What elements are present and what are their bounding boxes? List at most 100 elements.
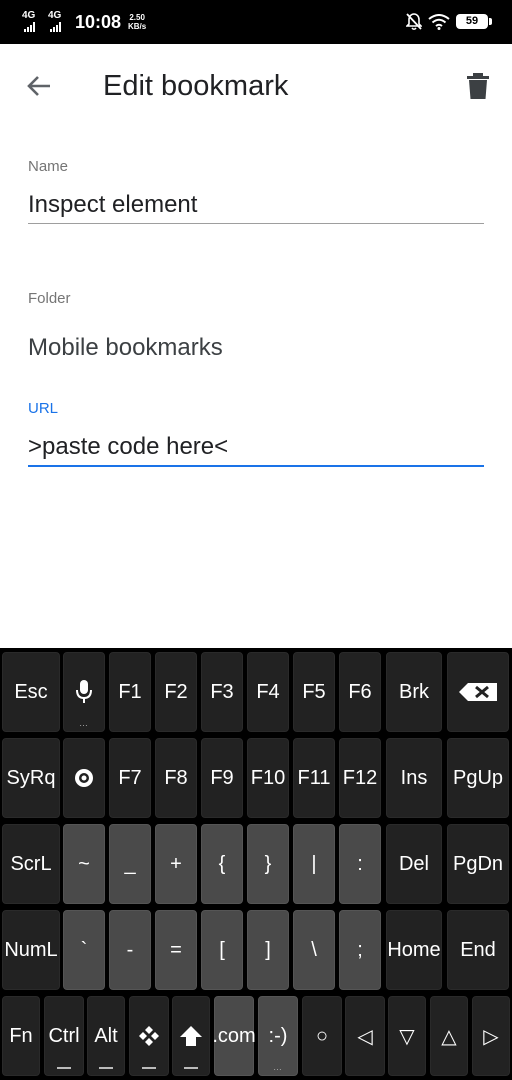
key-f5[interactable]: F5 — [293, 652, 335, 732]
key-f3-label: F3 — [210, 680, 234, 703]
key-f3[interactable]: F3 — [201, 652, 243, 732]
key-down-arrow[interactable]: ▽ — [388, 996, 426, 1076]
key-f6[interactable]: F6 — [339, 652, 381, 732]
key-ctrl-label: Ctrl — [48, 1024, 80, 1047]
folder-selector[interactable]: Mobile bookmarks — [28, 333, 223, 363]
key-equals[interactable]: = — [155, 910, 197, 990]
key-colon-label: : — [357, 852, 363, 875]
back-arrow-icon[interactable] — [24, 70, 56, 102]
key-alt-label: Alt — [94, 1024, 118, 1047]
key-f8[interactable]: F8 — [155, 738, 197, 818]
key-semicolon[interactable]: ; — [339, 910, 381, 990]
folder-label: Folder — [28, 290, 71, 307]
key-f1-label: F1 — [118, 680, 142, 703]
key-del-label: Del — [398, 852, 429, 875]
key-plus[interactable]: + — [155, 824, 197, 904]
key-close-brace[interactable]: } — [247, 824, 289, 904]
key-smiley-label: :-) — [268, 1024, 288, 1047]
key-f6-label: F6 — [348, 680, 372, 703]
key-home-label: Home — [387, 938, 441, 961]
key-tilde[interactable]: ~ — [63, 824, 105, 904]
backspace-icon — [459, 683, 497, 701]
key-home[interactable]: Home — [386, 910, 442, 990]
key-backtick-label: ` — [80, 938, 88, 961]
key-f12[interactable]: F12 — [339, 738, 381, 818]
key-f4[interactable]: F4 — [247, 652, 289, 732]
key-backslash-label: \ — [311, 938, 317, 961]
key-equals-label: = — [170, 938, 182, 961]
name-field-underline — [28, 223, 484, 224]
key-syrq-label: SyRq — [6, 766, 56, 789]
key-windows[interactable] — [129, 996, 169, 1076]
key-f9-label: F9 — [210, 766, 234, 789]
key-f5-label: F5 — [302, 680, 326, 703]
key-close-bracket[interactable]: ] — [247, 910, 289, 990]
url-field-underline — [28, 465, 484, 467]
key-right-arrow[interactable]: ▷ — [472, 996, 510, 1076]
key-backtick[interactable]: ` — [63, 910, 105, 990]
key-pipe-label: | — [311, 852, 317, 875]
key-tilde-label: ~ — [78, 852, 90, 875]
key-open-brace[interactable]: { — [201, 824, 243, 904]
key-backslash[interactable]: \ — [293, 910, 335, 990]
key-end[interactable]: End — [447, 910, 509, 990]
key-mic[interactable]: … — [63, 652, 105, 732]
key-numl-label: NumL — [4, 938, 58, 961]
key-colon[interactable]: : — [339, 824, 381, 904]
key-semicolon-label: ; — [357, 938, 363, 961]
key-underscore[interactable]: _ — [109, 824, 151, 904]
key-esc[interactable]: Esc — [2, 652, 60, 732]
key-ins[interactable]: Ins — [386, 738, 442, 818]
key-pgdn[interactable]: PgDn — [447, 824, 509, 904]
key-smiley[interactable]: :-)… — [258, 996, 298, 1076]
key-shift[interactable] — [172, 996, 210, 1076]
key-ctrl[interactable]: Ctrl — [44, 996, 84, 1076]
network-speed-value: 2.50 — [129, 13, 145, 22]
signal-icon-2 — [50, 22, 64, 32]
key-scrl[interactable]: ScrL — [2, 824, 60, 904]
key-pgup-label: PgUp — [452, 766, 504, 789]
key-open-brace-label: { — [218, 852, 226, 875]
battery-indicator: 59 — [456, 14, 492, 29]
key-minus[interactable]: - — [109, 910, 151, 990]
key-pgup[interactable]: PgUp — [447, 738, 509, 818]
key-f11[interactable]: F11 — [293, 738, 335, 818]
signal-icon-1 — [24, 22, 38, 32]
key-f10[interactable]: F10 — [247, 738, 289, 818]
key-f2-label: F2 — [164, 680, 188, 703]
key-fn[interactable]: Fn — [2, 996, 40, 1076]
key-up-arrow[interactable]: △ — [430, 996, 468, 1076]
key-open-bracket[interactable]: [ — [201, 910, 243, 990]
key-minus-label: - — [126, 938, 134, 961]
key-pipe[interactable]: | — [293, 824, 335, 904]
key-f8-label: F8 — [164, 766, 188, 789]
key-syrq[interactable]: SyRq — [2, 738, 60, 818]
key-plus-label: + — [170, 852, 182, 875]
url-field[interactable]: >paste code here< — [28, 432, 228, 462]
key-circle[interactable]: ○ — [302, 996, 342, 1076]
key-left-arrow[interactable]: ◁ — [345, 996, 385, 1076]
name-label: Name — [28, 158, 69, 175]
network-type-2: 4G — [48, 10, 62, 21]
key-left-arrow-label: ◁ — [357, 1025, 373, 1048]
name-field[interactable]: Inspect element — [28, 190, 197, 220]
key-brk[interactable]: Brk — [386, 652, 442, 732]
key-f2[interactable]: F2 — [155, 652, 197, 732]
key-f9[interactable]: F9 — [201, 738, 243, 818]
key-underscore-label: _ — [124, 852, 136, 875]
key-dotcom[interactable]: .com — [212, 996, 256, 1076]
key-f7[interactable]: F7 — [109, 738, 151, 818]
network-speed-unit: KB/s — [128, 22, 147, 31]
key-dotcom-label: .com — [212, 1024, 256, 1047]
key-numl[interactable]: NumL — [2, 910, 60, 990]
key-up-arrow-label: △ — [441, 1025, 457, 1048]
delete-icon[interactable] — [462, 70, 494, 102]
key-alt[interactable]: Alt — [87, 996, 125, 1076]
windows-icon — [139, 1026, 159, 1046]
key-close-brace-label: } — [264, 852, 272, 875]
key-right-arrow-label: ▷ — [483, 1025, 499, 1048]
key-del[interactable]: Del — [386, 824, 442, 904]
key-settings[interactable] — [63, 738, 105, 818]
key-f1[interactable]: F1 — [109, 652, 151, 732]
key-backspace[interactable] — [447, 652, 509, 732]
